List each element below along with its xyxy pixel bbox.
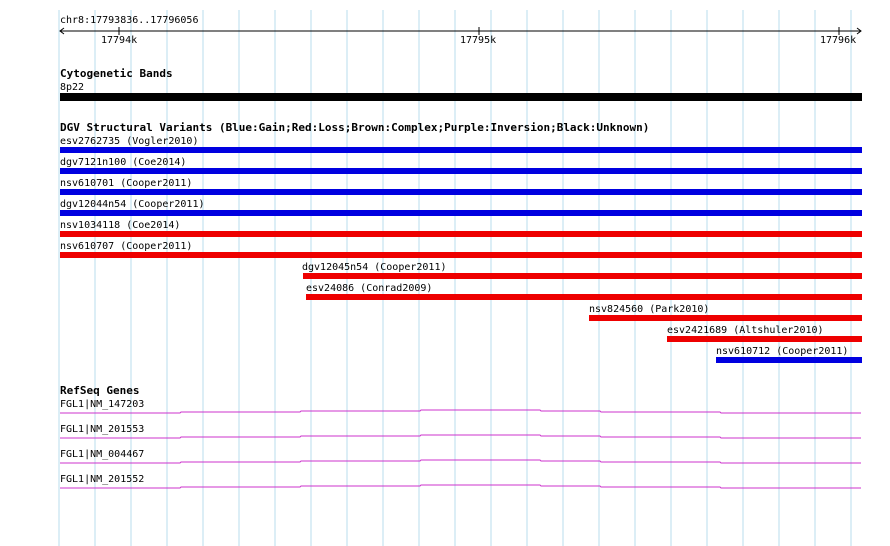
gene-model-line[interactable] <box>60 459 861 464</box>
gene-model-line[interactable] <box>60 434 861 439</box>
gene-model-line[interactable] <box>60 409 861 414</box>
gene-model-line[interactable] <box>60 484 861 489</box>
gene-models <box>60 409 861 489</box>
